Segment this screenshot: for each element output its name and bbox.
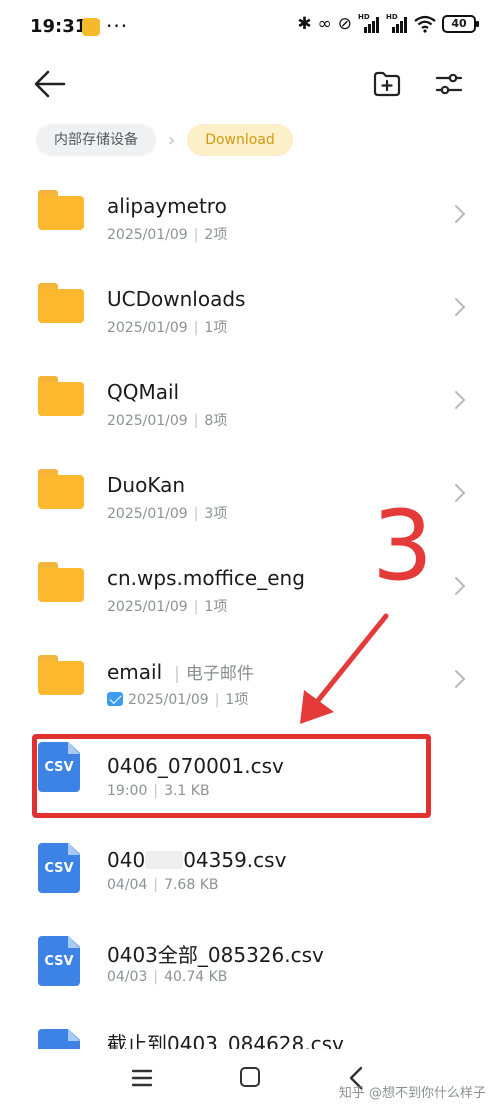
chevron-right-icon: › bbox=[168, 129, 176, 151]
folder-meta: 2025/01/09 | 2项 bbox=[107, 227, 228, 243]
file-row[interactable]: CSV 040 04359.csv 04/04 | 7.68 KB bbox=[0, 813, 500, 906]
file-name-prefix: 040 bbox=[107, 848, 146, 872]
highlight-box bbox=[32, 734, 431, 818]
back-arrow-icon[interactable] bbox=[32, 68, 68, 100]
folder-meta: 2025/01/09 | 1项 bbox=[107, 320, 228, 336]
chevron-right-icon bbox=[455, 391, 466, 409]
csv-file-icon: CSV bbox=[38, 843, 80, 893]
link-icon: ∞ bbox=[317, 14, 332, 34]
folder-date: 2025/01/09 bbox=[107, 227, 188, 243]
filter-icon[interactable] bbox=[434, 70, 464, 98]
folder-name: email | 电子邮件 bbox=[107, 659, 254, 684]
status-time: 19:31 bbox=[30, 16, 88, 37]
status-icons: ✱ ∞ ⊘ HD HD 40 bbox=[297, 13, 479, 34]
menu-icon[interactable] bbox=[131, 1068, 153, 1088]
file-name: 截止到0403_084628.csv bbox=[107, 1032, 344, 1049]
folder-date: 2025/01/09 bbox=[107, 413, 188, 429]
hd-label: HD bbox=[386, 13, 398, 21]
folder-meta: 2025/01/09 | 1项 bbox=[107, 689, 248, 709]
folder-name: QQMail bbox=[107, 380, 180, 404]
file-size: 40.74 KB bbox=[164, 969, 228, 985]
step-number-annotation: 3 bbox=[372, 490, 434, 602]
breadcrumb-root[interactable]: 内部存储设备 bbox=[36, 124, 156, 156]
csv-file-icon: CSV bbox=[38, 936, 80, 986]
folder-row[interactable]: alipaymetro 2025/01/09 | 2项 bbox=[0, 162, 500, 255]
folder-icon bbox=[38, 283, 84, 323]
file-date: 04/04 bbox=[107, 877, 148, 893]
wifi-icon bbox=[414, 15, 436, 33]
file-name: 0403全部_085326.csv bbox=[107, 943, 324, 967]
file-meta: 04/03 | 40.74 KB bbox=[107, 969, 228, 985]
folder-row[interactable]: QQMail 2025/01/09 | 8项 bbox=[0, 348, 500, 441]
add-folder-icon[interactable] bbox=[372, 70, 402, 98]
mail-app-icon bbox=[107, 692, 123, 706]
file-size: 7.68 KB bbox=[164, 877, 219, 893]
app-notification-icon bbox=[82, 18, 100, 36]
file-meta: 04/04 | 7.68 KB bbox=[107, 877, 219, 893]
file-name-suffix: 04359.csv bbox=[183, 848, 287, 872]
folder-icon bbox=[38, 376, 84, 416]
folder-name: UCDownloads bbox=[107, 287, 246, 311]
watermark: 知乎 @想不到你什么样子 bbox=[338, 1086, 486, 1101]
signal-icon: HD bbox=[386, 13, 408, 33]
folder-date: 2025/01/09 bbox=[128, 692, 209, 708]
folder-meta: 2025/01/09 | 3项 bbox=[107, 506, 228, 522]
mute-icon: ⊘ bbox=[337, 14, 352, 34]
folder-icon bbox=[38, 190, 84, 230]
folder-meta: 2025/01/09 | 8项 bbox=[107, 413, 228, 429]
chevron-right-icon bbox=[455, 670, 466, 688]
folder-row[interactable]: email | 电子邮件 2025/01/09 | 1项 bbox=[0, 627, 500, 720]
folder-count: 8项 bbox=[204, 413, 228, 429]
folder-count: 1项 bbox=[225, 692, 249, 708]
folder-count: 2项 bbox=[204, 227, 228, 243]
folder-row[interactable]: UCDownloads 2025/01/09 | 1项 bbox=[0, 255, 500, 348]
folder-name: cn.wps.moffice_eng bbox=[107, 566, 305, 590]
folder-name: alipaymetro bbox=[107, 194, 227, 218]
more-notifications-icon: ··· bbox=[106, 14, 129, 38]
status-bar: 19:31 ··· ✱ ∞ ⊘ HD HD 40 bbox=[0, 0, 500, 56]
csv-file-icon bbox=[38, 1029, 80, 1049]
home-icon[interactable] bbox=[240, 1067, 260, 1087]
breadcrumb-current[interactable]: Download bbox=[187, 124, 293, 156]
folder-icon bbox=[38, 655, 84, 695]
chevron-right-icon bbox=[455, 298, 466, 316]
chevron-right-icon bbox=[455, 484, 466, 502]
chevron-right-icon bbox=[455, 205, 466, 223]
folder-count: 1项 bbox=[204, 599, 228, 615]
folder-date: 2025/01/09 bbox=[107, 320, 188, 336]
file-row[interactable]: 截止到0403_084628.csv bbox=[0, 999, 500, 1049]
chevron-right-icon bbox=[455, 577, 466, 595]
folder-date: 2025/01/09 bbox=[107, 506, 188, 522]
redacted-mask bbox=[145, 851, 184, 869]
folder-tag: | 电子邮件 bbox=[174, 664, 254, 684]
folder-count: 1项 bbox=[204, 320, 228, 336]
folder-name: DuoKan bbox=[107, 473, 186, 497]
folder-icon bbox=[38, 469, 84, 509]
signal-icon: HD bbox=[358, 13, 380, 33]
folder-name-text: email bbox=[107, 660, 163, 684]
arrow-annotation-icon bbox=[300, 613, 389, 724]
navigation-bar: 知乎 @想不到你什么样子 bbox=[0, 1050, 500, 1111]
folder-icon bbox=[38, 562, 84, 602]
folder-meta: 2025/01/09 | 1项 bbox=[107, 599, 228, 615]
breadcrumb: 内部存储设备 › Download bbox=[36, 124, 293, 156]
battery-icon: 40 bbox=[442, 15, 479, 33]
bluetooth-icon: ✱ bbox=[297, 14, 312, 34]
file-date: 04/03 bbox=[107, 969, 148, 985]
folder-count: 3项 bbox=[204, 506, 228, 522]
folder-tag-text: 电子邮件 bbox=[185, 664, 254, 684]
file-name: 040 04359.csv bbox=[107, 848, 286, 872]
hd-label: HD bbox=[358, 13, 370, 21]
folder-date: 2025/01/09 bbox=[107, 599, 188, 615]
file-row[interactable]: CSV 0403全部_085326.csv 04/03 | 40.74 KB bbox=[0, 906, 500, 999]
